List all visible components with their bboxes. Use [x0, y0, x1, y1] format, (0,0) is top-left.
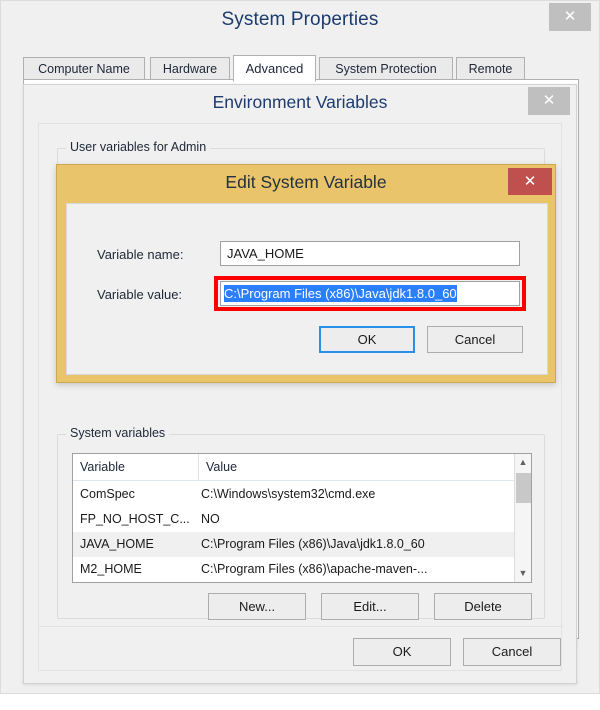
scrollbar-thumb[interactable] [516, 473, 531, 503]
edit-system-variable-body: Variable name: JAVA_HOME Variable value:… [66, 203, 548, 375]
user-variables-legend: User variables for Admin [66, 140, 211, 154]
cell-value: NO [201, 512, 220, 526]
chevron-up-icon[interactable]: ▲ [515, 454, 531, 471]
cell-value: C:\Program Files (x86)\apache-maven-... [201, 562, 428, 576]
system-variables-legend: System variables [66, 426, 170, 440]
system-properties-title: System Properties [221, 9, 379, 30]
edit-variable-button[interactable]: Edit... [321, 593, 419, 620]
tab-remote[interactable]: Remote [456, 57, 525, 80]
environment-variables-ok-button[interactable]: OK [353, 638, 451, 666]
variable-value-selected-text: C:\Program Files (x86)\Java\jdk1.8.0_60 [224, 285, 457, 302]
tab-advanced[interactable]: Advanced [233, 55, 316, 82]
edit-system-variable-dialog: Edit System Variable ✕ Variable name: JA… [56, 164, 556, 383]
tab-system-protection[interactable]: System Protection [319, 57, 453, 80]
edit-system-variable-title: Edit System Variable [225, 172, 387, 192]
variable-name-label: Variable name: [97, 247, 184, 262]
new-variable-button[interactable]: New... [208, 593, 306, 620]
divider [39, 626, 563, 627]
variable-value-input[interactable]: C:\Program Files (x86)\Java\jdk1.8.0_60 [220, 281, 520, 306]
variable-value-label: Variable value: [97, 287, 183, 302]
table-header-row: Variable Value [73, 454, 531, 481]
chevron-down-icon[interactable]: ▼ [515, 565, 531, 582]
column-header-value[interactable]: Value [199, 454, 515, 480]
tab-strip: Computer Name Hardware Advanced System P… [23, 55, 579, 82]
edit-system-variable-titlebar: Edit System Variable ✕ [57, 165, 555, 203]
cell-variable: ComSpec [80, 487, 135, 501]
system-properties-titlebar: System Properties ✕ [1, 1, 599, 45]
environment-variables-title: Environment Variables [212, 92, 388, 112]
variable-name-input[interactable]: JAVA_HOME [220, 241, 520, 266]
table-row[interactable]: FP_NO_HOST_C... NO [73, 507, 515, 532]
cell-variable: FP_NO_HOST_C... [80, 512, 190, 526]
system-variables-table[interactable]: Variable Value ComSpec C:\Windows\system… [72, 453, 532, 583]
screenshot-root: System Properties ✕ Computer Name Hardwa… [0, 0, 600, 710]
tab-hardware[interactable]: Hardware [150, 57, 230, 80]
cell-value: C:\Windows\system32\cmd.exe [201, 487, 376, 501]
environment-variables-titlebar: Environment Variables ✕ [24, 85, 576, 125]
column-header-variable[interactable]: Variable [73, 454, 199, 480]
cell-variable: JAVA_HOME [80, 537, 154, 551]
environment-variables-cancel-button[interactable]: Cancel [463, 638, 561, 666]
edit-system-variable-ok-button[interactable]: OK [319, 326, 415, 353]
table-row[interactable]: JAVA_HOME C:\Program Files (x86)\Java\jd… [73, 532, 515, 557]
edit-system-variable-cancel-button[interactable]: Cancel [427, 326, 523, 353]
table-scrollbar[interactable]: ▲ ▼ [514, 454, 531, 582]
close-icon[interactable]: ✕ [549, 3, 591, 31]
close-icon[interactable]: ✕ [508, 168, 552, 195]
table-row[interactable]: M2_HOME C:\Program Files (x86)\apache-ma… [73, 557, 515, 582]
close-icon[interactable]: ✕ [528, 87, 570, 115]
tab-computer-name[interactable]: Computer Name [23, 57, 145, 80]
delete-variable-button[interactable]: Delete [434, 593, 532, 620]
cell-value: C:\Program Files (x86)\Java\jdk1.8.0_60 [201, 537, 425, 551]
table-row[interactable]: ComSpec C:\Windows\system32\cmd.exe [73, 482, 515, 507]
cell-variable: M2_HOME [80, 562, 142, 576]
system-variables-group: System variables Variable Value ComSpec … [57, 426, 545, 620]
